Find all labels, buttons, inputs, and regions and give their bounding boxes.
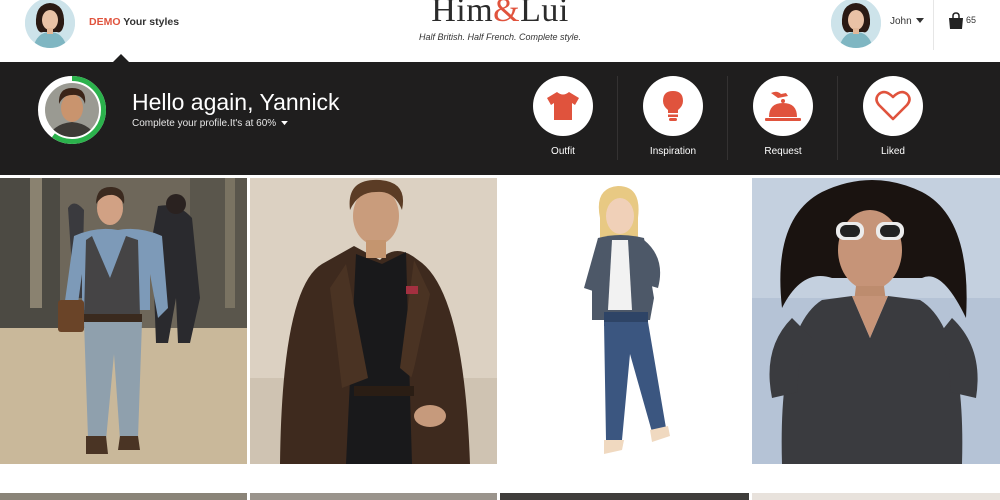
greeting: Hello again, Yannick (132, 89, 340, 115)
inspiration-button[interactable]: Inspiration (620, 74, 730, 164)
liked-label: Liked (881, 146, 905, 157)
gallery-photo-row2[interactable] (500, 493, 749, 500)
outfit-button[interactable]: Outfit (510, 74, 620, 164)
header-divider (933, 0, 934, 50)
outfit-label: Outfit (551, 146, 575, 157)
profile-completion-link[interactable]: Complete your profile.It's at 60% (132, 118, 288, 129)
gallery-photo[interactable] (500, 178, 749, 464)
heart-icon (875, 90, 911, 121)
liked-circle (863, 76, 923, 136)
request-label: Request (764, 146, 802, 157)
gallery-photo-row2[interactable] (752, 493, 1000, 500)
gallery-photo-row2[interactable] (0, 493, 247, 500)
top-bar: DEMO Your styles Him&Lui Half British. H… (0, 0, 1000, 62)
menu-pointer (113, 54, 129, 62)
inspiration-circle (643, 76, 703, 136)
request-circle (753, 76, 813, 136)
inspiration-label: Inspiration (649, 146, 697, 157)
outfit-circle (533, 76, 593, 136)
logo-lui: Lui (520, 0, 569, 29)
action-divider (837, 76, 838, 160)
liked-button[interactable]: Liked (840, 74, 950, 164)
gallery-photo[interactable] (0, 178, 247, 464)
action-divider (727, 76, 728, 160)
cart-button[interactable]: 65 (948, 12, 976, 35)
chevron-down-icon (281, 120, 288, 126)
service-bell-icon (765, 91, 801, 121)
gallery-photo-row2[interactable] (250, 493, 497, 500)
request-button[interactable]: Request (730, 74, 840, 164)
profile-status-text: Complete your profile.It's at 60% (132, 118, 277, 129)
logo-him: Him (431, 0, 494, 29)
chevron-down-icon (916, 18, 925, 24)
gallery-photo[interactable] (752, 178, 1000, 464)
user-name: John (890, 16, 912, 27)
style-gallery (0, 175, 1000, 500)
action-divider (617, 76, 618, 160)
gallery-photo[interactable] (250, 178, 497, 464)
cart-count: 65 (966, 15, 977, 25)
profile-avatar[interactable] (38, 76, 106, 144)
logo-amp: & (493, 0, 521, 29)
lightbulb-icon (663, 91, 683, 121)
user-avatar[interactable] (831, 0, 881, 48)
shopping-bag-icon (949, 12, 963, 29)
tshirt-icon (547, 92, 579, 120)
profile-band: Hello again, Yannick Complete your profi… (0, 62, 1000, 175)
user-menu[interactable]: John (890, 16, 925, 27)
